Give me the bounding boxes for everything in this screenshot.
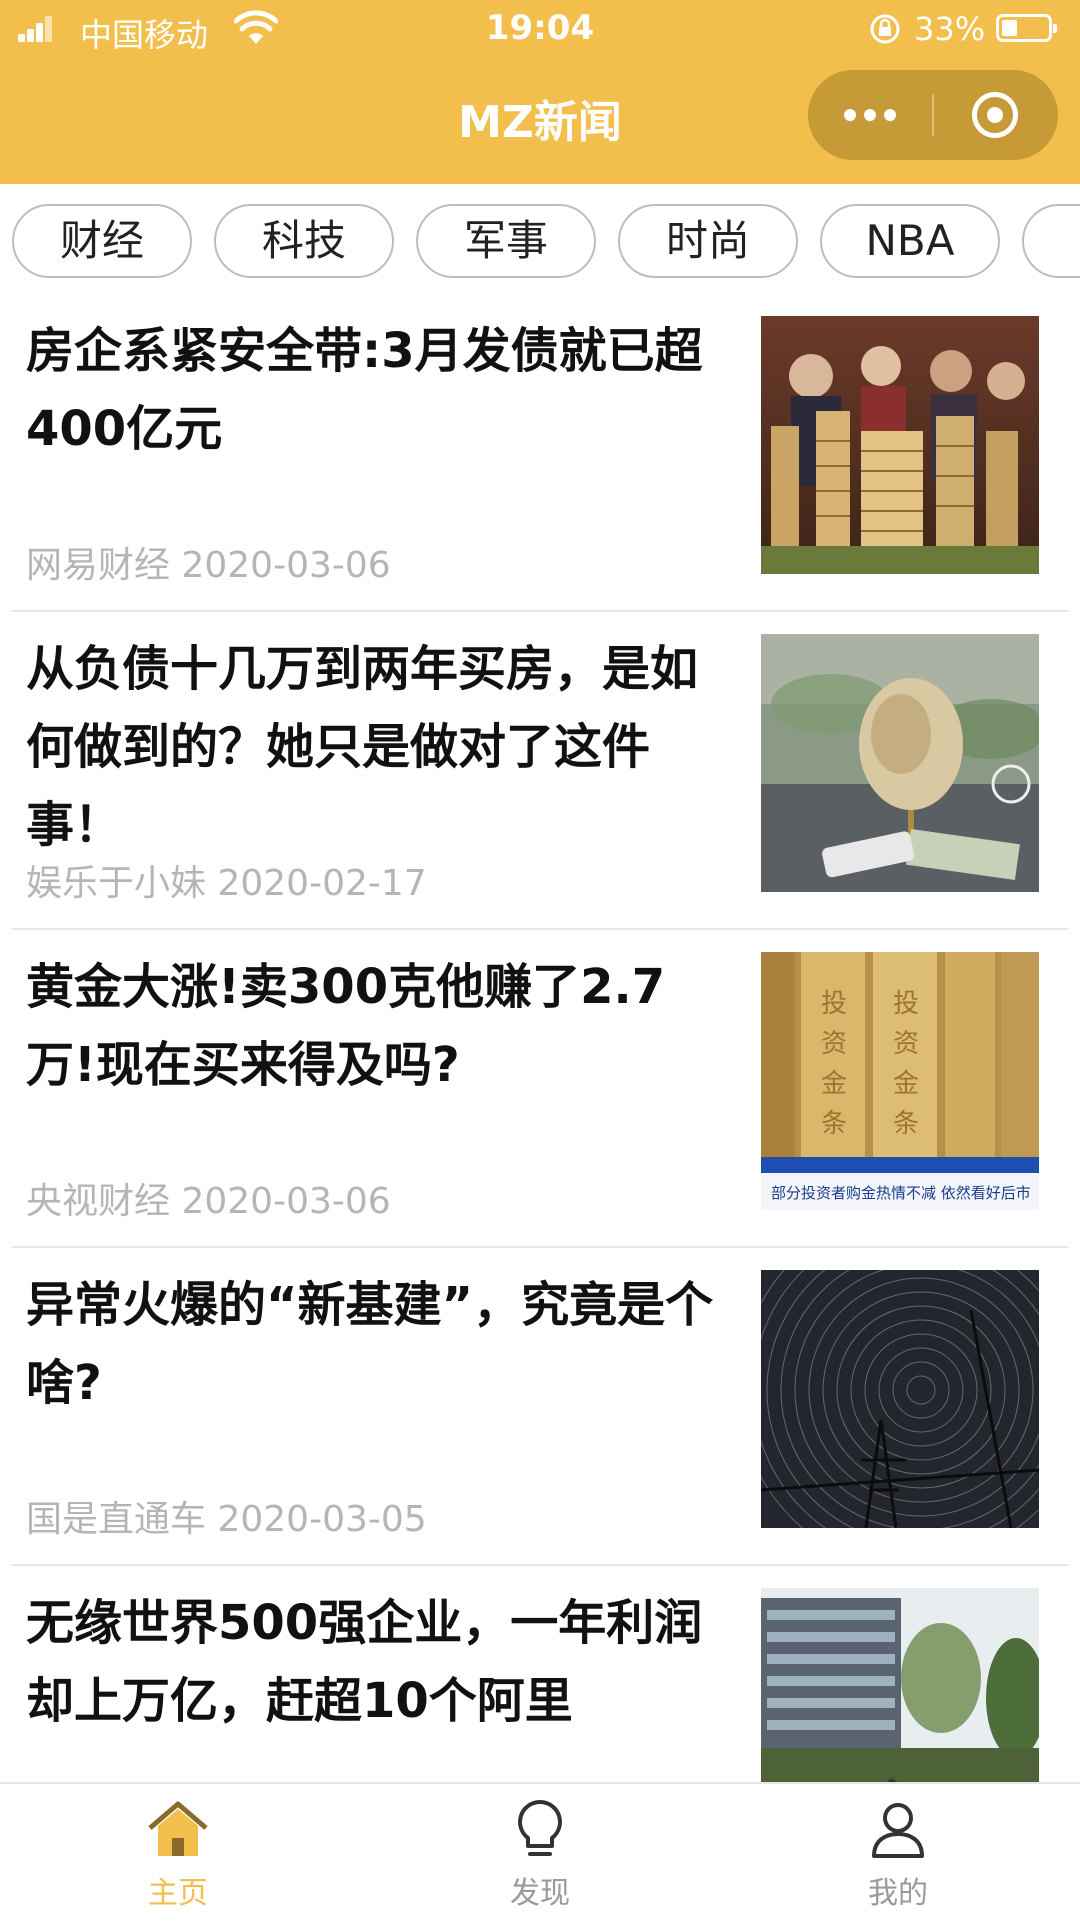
news-date: 2020-03-06 <box>181 545 391 586</box>
tab-bar: 主页 发现 我的 <box>0 1782 1080 1921</box>
gold-bars-image: 投资金条 投资金条 部分投资者购金热情不减 依然看好后市 <box>761 952 1039 1210</box>
category-chip-nba[interactable]: NBA <box>820 204 1000 278</box>
svg-text:条: 条 <box>893 1109 919 1139</box>
rotation-lock-icon <box>870 14 900 44</box>
battery-percent: 33% <box>914 10 986 48</box>
category-tabs: 财经 科技 军事 时尚 NBA 股 <box>0 184 1080 294</box>
category-chip-finance[interactable]: 财经 <box>12 204 192 278</box>
news-source: 网易财经 <box>26 545 171 586</box>
more-icon[interactable] <box>808 70 932 160</box>
svg-text:投: 投 <box>893 989 919 1019</box>
news-item[interactable]: 异常火爆的“新基建”，究竟是个啥? 国是直通车 2020-03-05 <box>12 1248 1068 1566</box>
news-item[interactable]: 黄金大涨!卖300克他赚了2.7万!现在买来得及吗? 央视财经 2020-03-… <box>12 930 1068 1248</box>
news-meta: 国是直通车 2020-03-05 <box>26 1490 427 1542</box>
svg-text:资: 资 <box>893 1029 919 1059</box>
news-source: 央视财经 <box>26 1181 171 1222</box>
svg-text:投: 投 <box>821 989 847 1019</box>
header: 中国移动 19:04 33% MZ新闻 <box>0 0 1080 184</box>
tab-me[interactable]: 我的 <box>798 1798 998 1918</box>
news-source: 国是直通车 <box>26 1499 207 1540</box>
news-title: 房企系紧安全带:3月发债就已超400亿元 <box>26 323 703 457</box>
real-estate-models-image <box>761 316 1039 574</box>
capsule-divider <box>932 94 934 136</box>
news-date: 2020-02-17 <box>217 863 427 904</box>
mini-program-capsule <box>808 70 1058 160</box>
gold-image-caption: 部分投资者购金热情不减 依然看好后市 <box>771 1184 1031 1202</box>
news-title: 异常火爆的“新基建”，究竟是个啥? <box>26 1277 714 1411</box>
status-bar: 中国移动 19:04 33% <box>0 0 1080 60</box>
news-item[interactable]: 无缘世界500强企业，一年利润却上万亿，赶超10个阿里 <box>12 1566 1068 1782</box>
news-meta: 娱乐于小妹 2020-02-17 <box>26 854 427 906</box>
svg-text:条: 条 <box>821 1109 847 1139</box>
category-chip-tech[interactable]: 科技 <box>214 204 394 278</box>
tab-label: 我的 <box>868 1876 928 1911</box>
news-item[interactable]: 从负债十几万到两年买房，是如何做到的？她只是做对了这件事！ 娱乐于小妹 2020… <box>12 612 1068 930</box>
tab-label: 发现 <box>510 1876 570 1911</box>
svg-text:金: 金 <box>821 1069 847 1099</box>
tab-discover[interactable]: 发现 <box>440 1798 640 1918</box>
battery-level <box>1002 20 1017 36</box>
news-title: 无缘世界500强企业，一年利润却上万亿，赶超10个阿里 <box>26 1595 703 1729</box>
tab-label: 主页 <box>148 1876 208 1911</box>
news-item[interactable]: 房企系紧安全带:3月发债就已超400亿元 网易财经 2020-03-06 <box>12 294 1068 612</box>
battery-icon <box>996 14 1057 42</box>
category-chip-military[interactable]: 军事 <box>416 204 596 278</box>
news-meta: 央视财经 2020-03-06 <box>26 1172 391 1224</box>
lightbulb-icon <box>518 1800 562 1856</box>
globe-egg-image <box>761 634 1039 892</box>
close-miniprogram-icon[interactable] <box>972 92 1018 138</box>
office-building-image <box>761 1588 1039 1782</box>
category-chip-stocks[interactable]: 股 <box>1022 204 1080 278</box>
home-icon <box>148 1801 208 1856</box>
news-list: 房企系紧安全带:3月发债就已超400亿元 网易财经 2020-03-06 从负债… <box>0 294 1080 1782</box>
news-meta: 网易财经 2020-03-06 <box>26 536 391 588</box>
news-source: 娱乐于小妹 <box>26 863 207 904</box>
user-icon <box>872 1803 924 1858</box>
category-chip-fashion[interactable]: 时尚 <box>618 204 798 278</box>
star-trails-image <box>761 1270 1039 1528</box>
tab-home[interactable]: 主页 <box>78 1798 278 1918</box>
svg-text:资: 资 <box>821 1029 847 1059</box>
news-date: 2020-03-06 <box>181 1181 391 1222</box>
news-date: 2020-03-05 <box>217 1499 427 1540</box>
news-title: 从负债十几万到两年买房，是如何做到的？她只是做对了这件事！ <box>26 641 699 853</box>
svg-text:金: 金 <box>893 1069 919 1099</box>
news-title: 黄金大涨!卖300克他赚了2.7万!现在买来得及吗? <box>26 959 666 1093</box>
